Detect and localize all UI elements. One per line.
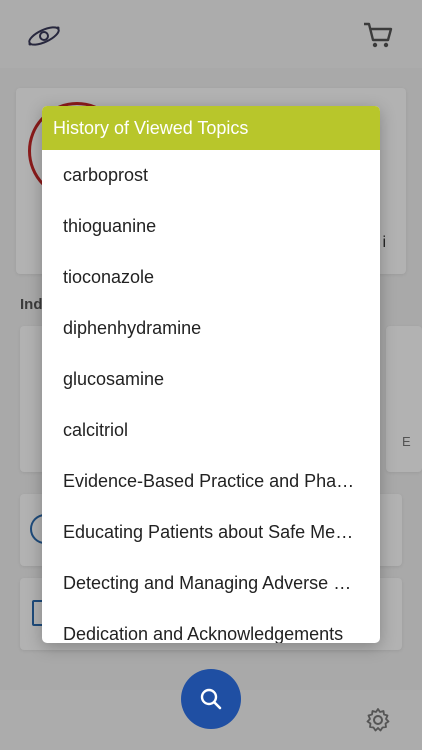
dialog-header: History of Viewed Topics xyxy=(42,106,380,150)
topic-label: Detecting and Managing Adverse Drug Reac… xyxy=(63,573,360,593)
topic-label: glucosamine xyxy=(63,369,165,389)
topic-item[interactable]: Detecting and Managing Adverse Drug Reac… xyxy=(42,558,380,609)
topic-label: carboprost xyxy=(63,165,149,185)
topic-label: Educating Patients about Safe Medication… xyxy=(63,522,360,542)
history-dialog: History of Viewed Topics carboprost thio… xyxy=(42,106,380,643)
topic-label: Evidence-Based Practice and Pharmacother… xyxy=(63,471,360,491)
search-button[interactable] xyxy=(181,669,241,729)
topic-label: calcitriol xyxy=(63,420,129,440)
topic-item[interactable]: calcitriol xyxy=(42,405,380,456)
topic-item[interactable]: glucosamine xyxy=(42,354,380,405)
search-icon xyxy=(200,688,222,710)
topic-item[interactable]: Educating Patients about Safe Medication… xyxy=(42,507,380,558)
topic-label: Dedication and Acknowledgements xyxy=(63,624,344,643)
topic-item[interactable]: diphenhydramine xyxy=(42,303,380,354)
topic-item[interactable]: Dedication and Acknowledgements xyxy=(42,609,380,643)
topic-item[interactable]: tioconazole xyxy=(42,252,380,303)
dialog-title: History of Viewed Topics xyxy=(53,117,249,138)
topic-label: diphenhydramine xyxy=(63,318,202,338)
topic-label: tioconazole xyxy=(63,267,155,287)
topic-item[interactable]: thioguanine xyxy=(42,201,380,252)
topic-item[interactable]: carboprost xyxy=(42,150,380,201)
gear-icon[interactable] xyxy=(364,706,392,734)
topic-label: thioguanine xyxy=(63,216,157,236)
topic-list: carboprost thioguanine tioconazole diphe… xyxy=(42,150,380,643)
topic-item[interactable]: Evidence-Based Practice and Pharmacother… xyxy=(42,456,380,507)
